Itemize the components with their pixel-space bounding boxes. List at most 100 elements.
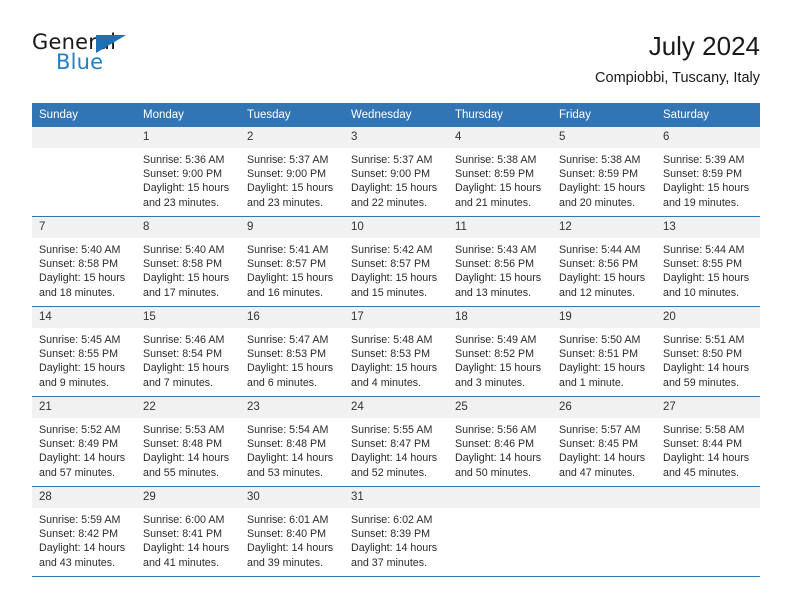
calendar-day-cell[interactable]: 11 Sunrise: 5:43 AM Sunset: 8:56 PM Dayligh…: [448, 216, 552, 307]
day-number: 14: [32, 307, 136, 328]
calendar-day-cell[interactable]: 30 Sunrise: 6:01 AM Sunset: 8:40 PM Dayligh…: [240, 486, 344, 577]
calendar-day-cell[interactable]: 4 Sunrise: 5:38 AM Sunset: 8:59 PM Daylight…: [448, 127, 552, 217]
calendar-day-cell[interactable]: 10 Sunrise: 5:42 AM Sunset: 8:57 PM Dayligh…: [344, 216, 448, 307]
page-subtitle: Compiobbi, Tuscany, Italy: [595, 70, 760, 86]
brand-logo[interactable]: General Blue: [32, 30, 152, 80]
sunrise-text: Sunrise: 5:39 AM: [663, 154, 745, 166]
calendar-day-cell[interactable]: 23 Sunrise: 5:54 AM Sunset: 8:48 PM Dayligh…: [240, 396, 344, 487]
daylight-text: Daylight: 14 hours: [351, 542, 438, 555]
calendar-day-cell[interactable]: 3 Sunrise: 5:37 AM Sunset: 9:00 PM Daylight…: [344, 127, 448, 217]
calendar-day-cell[interactable]: 31 Sunrise: 6:02 AM Sunset: 8:39 PM Dayligh…: [344, 486, 448, 577]
day-details: Sunrise: 6:02 AM Sunset: 8:39 PM Daylight:…: [344, 508, 448, 570]
calendar-day-cell[interactable]: 20 Sunrise: 5:51 AM Sunset: 8:50 PM Dayligh…: [656, 306, 760, 397]
daylight-text: and 13 minutes.: [455, 286, 532, 299]
weekday-header-friday: Friday: [552, 103, 656, 127]
daylight-text: Daylight: 15 hours: [559, 182, 646, 195]
day-number: 25: [448, 397, 552, 418]
calendar-day-cell[interactable]: 17 Sunrise: 5:48 AM Sunset: 8:53 PM Dayligh…: [344, 306, 448, 397]
sunset-text: Sunset: 8:44 PM: [663, 438, 743, 451]
sunrise-text: Sunrise: 5:59 AM: [39, 514, 121, 526]
day-number: 23: [240, 397, 344, 418]
daylight-text: Daylight: 14 hours: [247, 452, 334, 465]
sunset-text: Sunset: 8:57 PM: [247, 258, 327, 271]
daylight-text: Daylight: 15 hours: [559, 362, 646, 375]
daylight-text: and 59 minutes.: [663, 376, 740, 389]
day-number: 9: [240, 217, 344, 238]
daylight-text: and 22 minutes.: [351, 196, 428, 209]
sunset-text: Sunset: 8:59 PM: [455, 168, 535, 181]
sunrise-text: Sunrise: 5:51 AM: [663, 334, 745, 346]
calendar-day-cell[interactable]: 26 Sunrise: 5:57 AM Sunset: 8:45 PM Dayligh…: [552, 396, 656, 487]
day-details: Sunrise: 6:00 AM Sunset: 8:41 PM Daylight:…: [136, 508, 240, 570]
calendar-day-cell[interactable]: 28 Sunrise: 5:59 AM Sunset: 8:42 PM Dayligh…: [32, 486, 136, 577]
daylight-text: Daylight: 15 hours: [663, 182, 750, 195]
sunset-text: Sunset: 8:58 PM: [39, 258, 119, 271]
day-number: [656, 487, 760, 508]
sunset-text: Sunset: 8:55 PM: [663, 258, 743, 271]
day-number: 20: [656, 307, 760, 328]
day-number: 30: [240, 487, 344, 508]
weekday-header-saturday: Saturday: [656, 103, 760, 127]
day-number: 31: [344, 487, 448, 508]
day-number: 13: [656, 217, 760, 238]
calendar-day-cell[interactable]: 15 Sunrise: 5:46 AM Sunset: 8:54 PM Dayligh…: [136, 306, 240, 397]
calendar-day-cell[interactable]: 6 Sunrise: 5:39 AM Sunset: 8:59 PM Daylight…: [656, 127, 760, 217]
day-number: 22: [136, 397, 240, 418]
day-number: 3: [344, 127, 448, 148]
day-number: [32, 127, 136, 148]
sunrise-text: Sunrise: 5:47 AM: [247, 334, 329, 346]
sunrise-text: Sunrise: 5:44 AM: [559, 244, 641, 256]
day-details: Sunrise: 5:48 AM Sunset: 8:53 PM Daylight:…: [344, 328, 448, 390]
calendar-day-cell[interactable]: 1 Sunrise: 5:36 AM Sunset: 9:00 PM Daylight…: [136, 127, 240, 217]
sunrise-text: Sunrise: 5:40 AM: [39, 244, 121, 256]
sunset-text: Sunset: 8:59 PM: [559, 168, 639, 181]
daylight-text: and 52 minutes.: [351, 466, 428, 479]
daylight-text: and 43 minutes.: [39, 556, 116, 569]
calendar-day-cell[interactable]: 25 Sunrise: 5:56 AM Sunset: 8:46 PM Dayligh…: [448, 396, 552, 487]
calendar-day-cell[interactable]: 29 Sunrise: 6:00 AM Sunset: 8:41 PM Dayligh…: [136, 486, 240, 577]
sunrise-text: Sunrise: 5:54 AM: [247, 424, 329, 436]
calendar-page: General Blue July 2024 Compiobbi, Tuscan…: [0, 0, 792, 612]
daylight-text: Daylight: 14 hours: [351, 452, 438, 465]
daylight-text: and 1 minute.: [559, 376, 624, 389]
daylight-text: and 47 minutes.: [559, 466, 636, 479]
day-number: 2: [240, 127, 344, 148]
sunrise-text: Sunrise: 5:38 AM: [559, 154, 641, 166]
calendar-day-cell[interactable]: 7 Sunrise: 5:40 AM Sunset: 8:58 PM Daylight…: [32, 216, 136, 307]
calendar-day-cell[interactable]: 16 Sunrise: 5:47 AM Sunset: 8:53 PM Dayligh…: [240, 306, 344, 397]
calendar-day-cell[interactable]: 27 Sunrise: 5:58 AM Sunset: 8:44 PM Dayligh…: [656, 396, 760, 487]
sunset-text: Sunset: 8:51 PM: [559, 348, 639, 361]
calendar-day-cell-empty: [552, 486, 656, 577]
daylight-text: and 4 minutes.: [351, 376, 422, 389]
calendar-day-cell[interactable]: 12 Sunrise: 5:44 AM Sunset: 8:56 PM Dayligh…: [552, 216, 656, 307]
sunrise-text: Sunrise: 6:00 AM: [143, 514, 225, 526]
calendar-day-cell[interactable]: 8 Sunrise: 5:40 AM Sunset: 8:58 PM Daylight…: [136, 216, 240, 307]
sunrise-text: Sunrise: 5:36 AM: [143, 154, 225, 166]
calendar-day-cell[interactable]: 14 Sunrise: 5:45 AM Sunset: 8:55 PM Dayligh…: [32, 306, 136, 397]
daylight-text: and 57 minutes.: [39, 466, 116, 479]
daylight-text: Daylight: 15 hours: [663, 272, 750, 285]
calendar-week-row: 7 Sunrise: 5:40 AM Sunset: 8:58 PM Daylight…: [32, 216, 760, 307]
calendar-day-cell-empty: [448, 486, 552, 577]
weekday-header-monday: Monday: [136, 103, 240, 127]
calendar-day-cell[interactable]: 9 Sunrise: 5:41 AM Sunset: 8:57 PM Daylight…: [240, 216, 344, 307]
day-details: Sunrise: 5:54 AM Sunset: 8:48 PM Daylight:…: [240, 418, 344, 480]
calendar-day-cell[interactable]: 18 Sunrise: 5:49 AM Sunset: 8:52 PM Dayligh…: [448, 306, 552, 397]
calendar-day-cell[interactable]: 5 Sunrise: 5:38 AM Sunset: 8:59 PM Daylight…: [552, 127, 656, 217]
day-details: Sunrise: 5:46 AM Sunset: 8:54 PM Daylight:…: [136, 328, 240, 390]
sunrise-text: Sunrise: 5:44 AM: [663, 244, 745, 256]
day-details: Sunrise: 5:40 AM Sunset: 8:58 PM Daylight:…: [32, 238, 136, 300]
calendar-day-cell[interactable]: 19 Sunrise: 5:50 AM Sunset: 8:51 PM Dayligh…: [552, 306, 656, 397]
sunset-text: Sunset: 8:52 PM: [455, 348, 535, 361]
calendar-day-cell[interactable]: 13 Sunrise: 5:44 AM Sunset: 8:55 PM Dayligh…: [656, 216, 760, 307]
daylight-text: and 16 minutes.: [247, 286, 324, 299]
day-number: 15: [136, 307, 240, 328]
daylight-text: and 37 minutes.: [351, 556, 428, 569]
calendar-day-cell[interactable]: 24 Sunrise: 5:55 AM Sunset: 8:47 PM Dayligh…: [344, 396, 448, 487]
calendar-day-cell[interactable]: 2 Sunrise: 5:37 AM Sunset: 9:00 PM Daylight…: [240, 127, 344, 217]
daylight-text: and 10 minutes.: [663, 286, 740, 299]
calendar-day-cell[interactable]: 22 Sunrise: 5:53 AM Sunset: 8:48 PM Dayligh…: [136, 396, 240, 487]
calendar-day-cell[interactable]: 21 Sunrise: 5:52 AM Sunset: 8:49 PM Dayligh…: [32, 396, 136, 487]
weekday-header-wednesday: Wednesday: [344, 103, 448, 127]
day-number: 5: [552, 127, 656, 148]
